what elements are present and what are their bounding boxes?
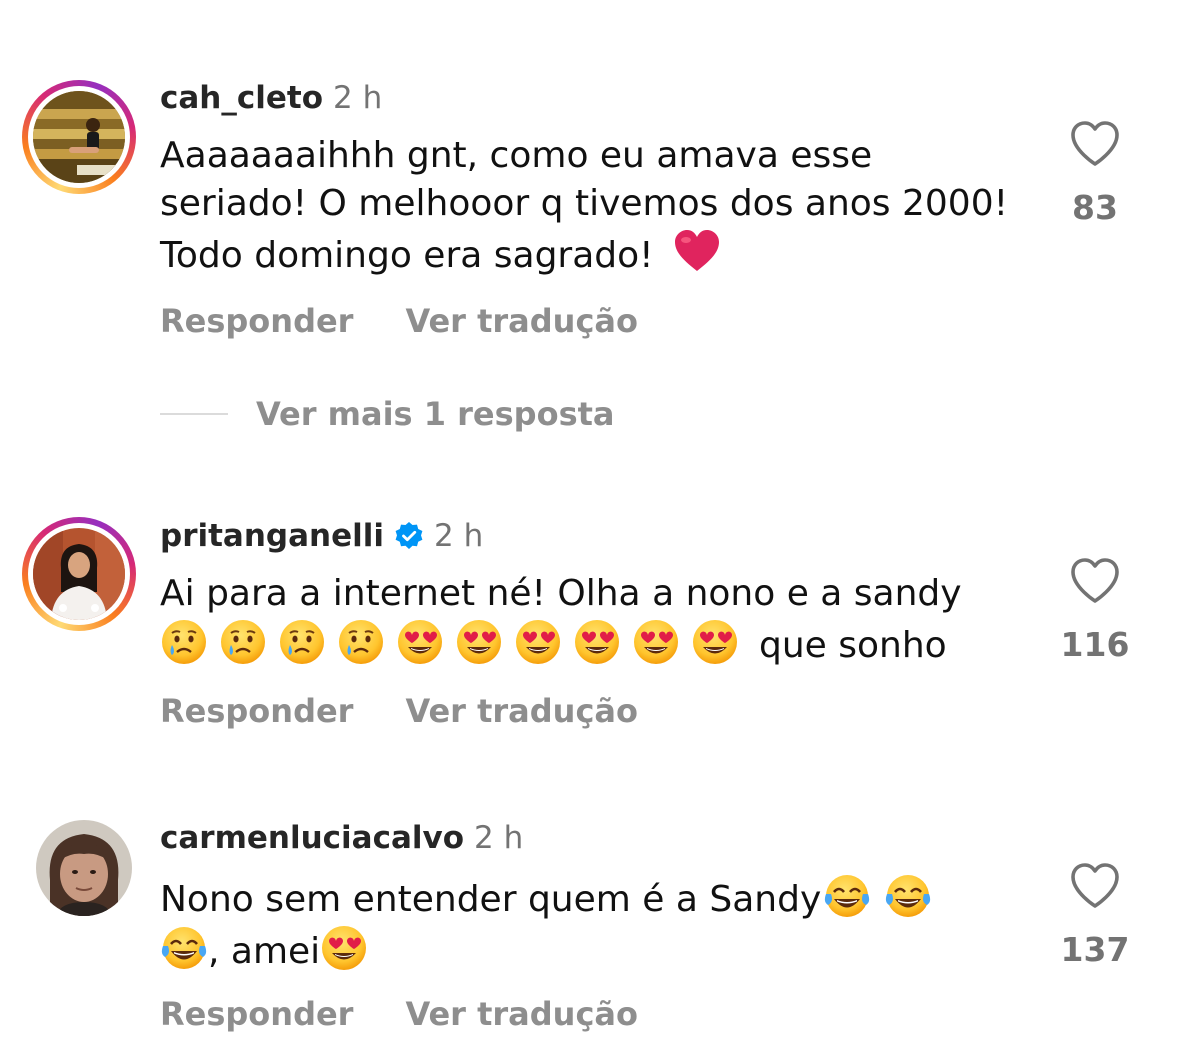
heart-eyes-emoji-icon xyxy=(455,618,503,666)
comment-time: 2 h xyxy=(434,518,484,554)
see-translation-button[interactable]: Ver tradução xyxy=(405,301,638,341)
like-count: 83 xyxy=(1072,188,1118,227)
see-translation-button[interactable]: Ver tradução xyxy=(405,691,638,731)
see-translation-button[interactable]: Ver tradução xyxy=(405,994,638,1034)
avatar[interactable] xyxy=(22,517,136,631)
like-heart-icon[interactable] xyxy=(1040,120,1150,168)
comment-text: Aaaaaaaihhh gnt, como eu amava esse seri… xyxy=(160,132,1020,280)
comment-text-part: , amei xyxy=(208,931,321,972)
comment-text: Ai para a internet né! Olha a nono e a s… xyxy=(160,570,1020,670)
avatar[interactable] xyxy=(36,820,132,916)
avatar-photo-icon xyxy=(36,820,132,916)
avatar[interactable] xyxy=(22,80,136,194)
comment-text: Nono sem entender quem é a Sandy , amei xyxy=(160,872,1020,976)
comment-username[interactable]: pritanganelli xyxy=(160,518,384,554)
comment-time: 2 h xyxy=(333,80,383,116)
heart-eyes-emoji-icon xyxy=(632,618,680,666)
heart-eyes-emoji-icon xyxy=(573,618,621,666)
heart-eyes-emoji-icon xyxy=(691,618,739,666)
like-count: 137 xyxy=(1060,930,1130,969)
like-heart-icon[interactable] xyxy=(1040,862,1150,910)
verified-badge-icon xyxy=(394,521,424,551)
comment-time: 2 h xyxy=(474,820,524,856)
heart-eyes-emoji-icon xyxy=(320,924,368,972)
comment-username[interactable]: cah_cleto xyxy=(160,80,323,116)
view-more-replies-label: Ver mais 1 resposta xyxy=(256,395,615,433)
tears-of-joy-emoji-icon xyxy=(823,872,871,920)
like-heart-icon[interactable] xyxy=(1040,557,1150,605)
crying-face-emoji-icon xyxy=(337,618,385,666)
tears-of-joy-emoji-icon xyxy=(160,924,208,972)
crying-face-emoji-icon xyxy=(219,618,267,666)
reply-button[interactable]: Responder xyxy=(160,691,353,731)
avatar-photo-icon xyxy=(33,528,125,620)
reply-button[interactable]: Responder xyxy=(160,994,353,1034)
heart-eyes-emoji-icon xyxy=(396,618,444,666)
crying-face-emoji-icon xyxy=(160,618,208,666)
red-heart-emoji-icon xyxy=(673,228,721,276)
replies-divider xyxy=(160,413,228,415)
heart-eyes-emoji-icon xyxy=(514,618,562,666)
comment-username[interactable]: carmenluciacalvo xyxy=(160,820,464,856)
crying-face-emoji-icon xyxy=(278,618,326,666)
view-more-replies-button[interactable]: Ver mais 1 resposta xyxy=(160,392,615,436)
comment-text-part: Aaaaaaaihhh gnt, como eu amava esse seri… xyxy=(160,135,1009,276)
reply-button[interactable]: Responder xyxy=(160,301,353,341)
comment-text-part: Nono sem entender quem é a Sandy xyxy=(160,879,822,920)
comment-text-part: Ai para a internet né! Olha a nono e a s… xyxy=(160,573,962,614)
comment-text-part: que sonho xyxy=(759,625,947,666)
like-count: 116 xyxy=(1060,625,1130,664)
tears-of-joy-emoji-icon xyxy=(884,872,932,920)
avatar-photo-icon xyxy=(33,91,125,183)
